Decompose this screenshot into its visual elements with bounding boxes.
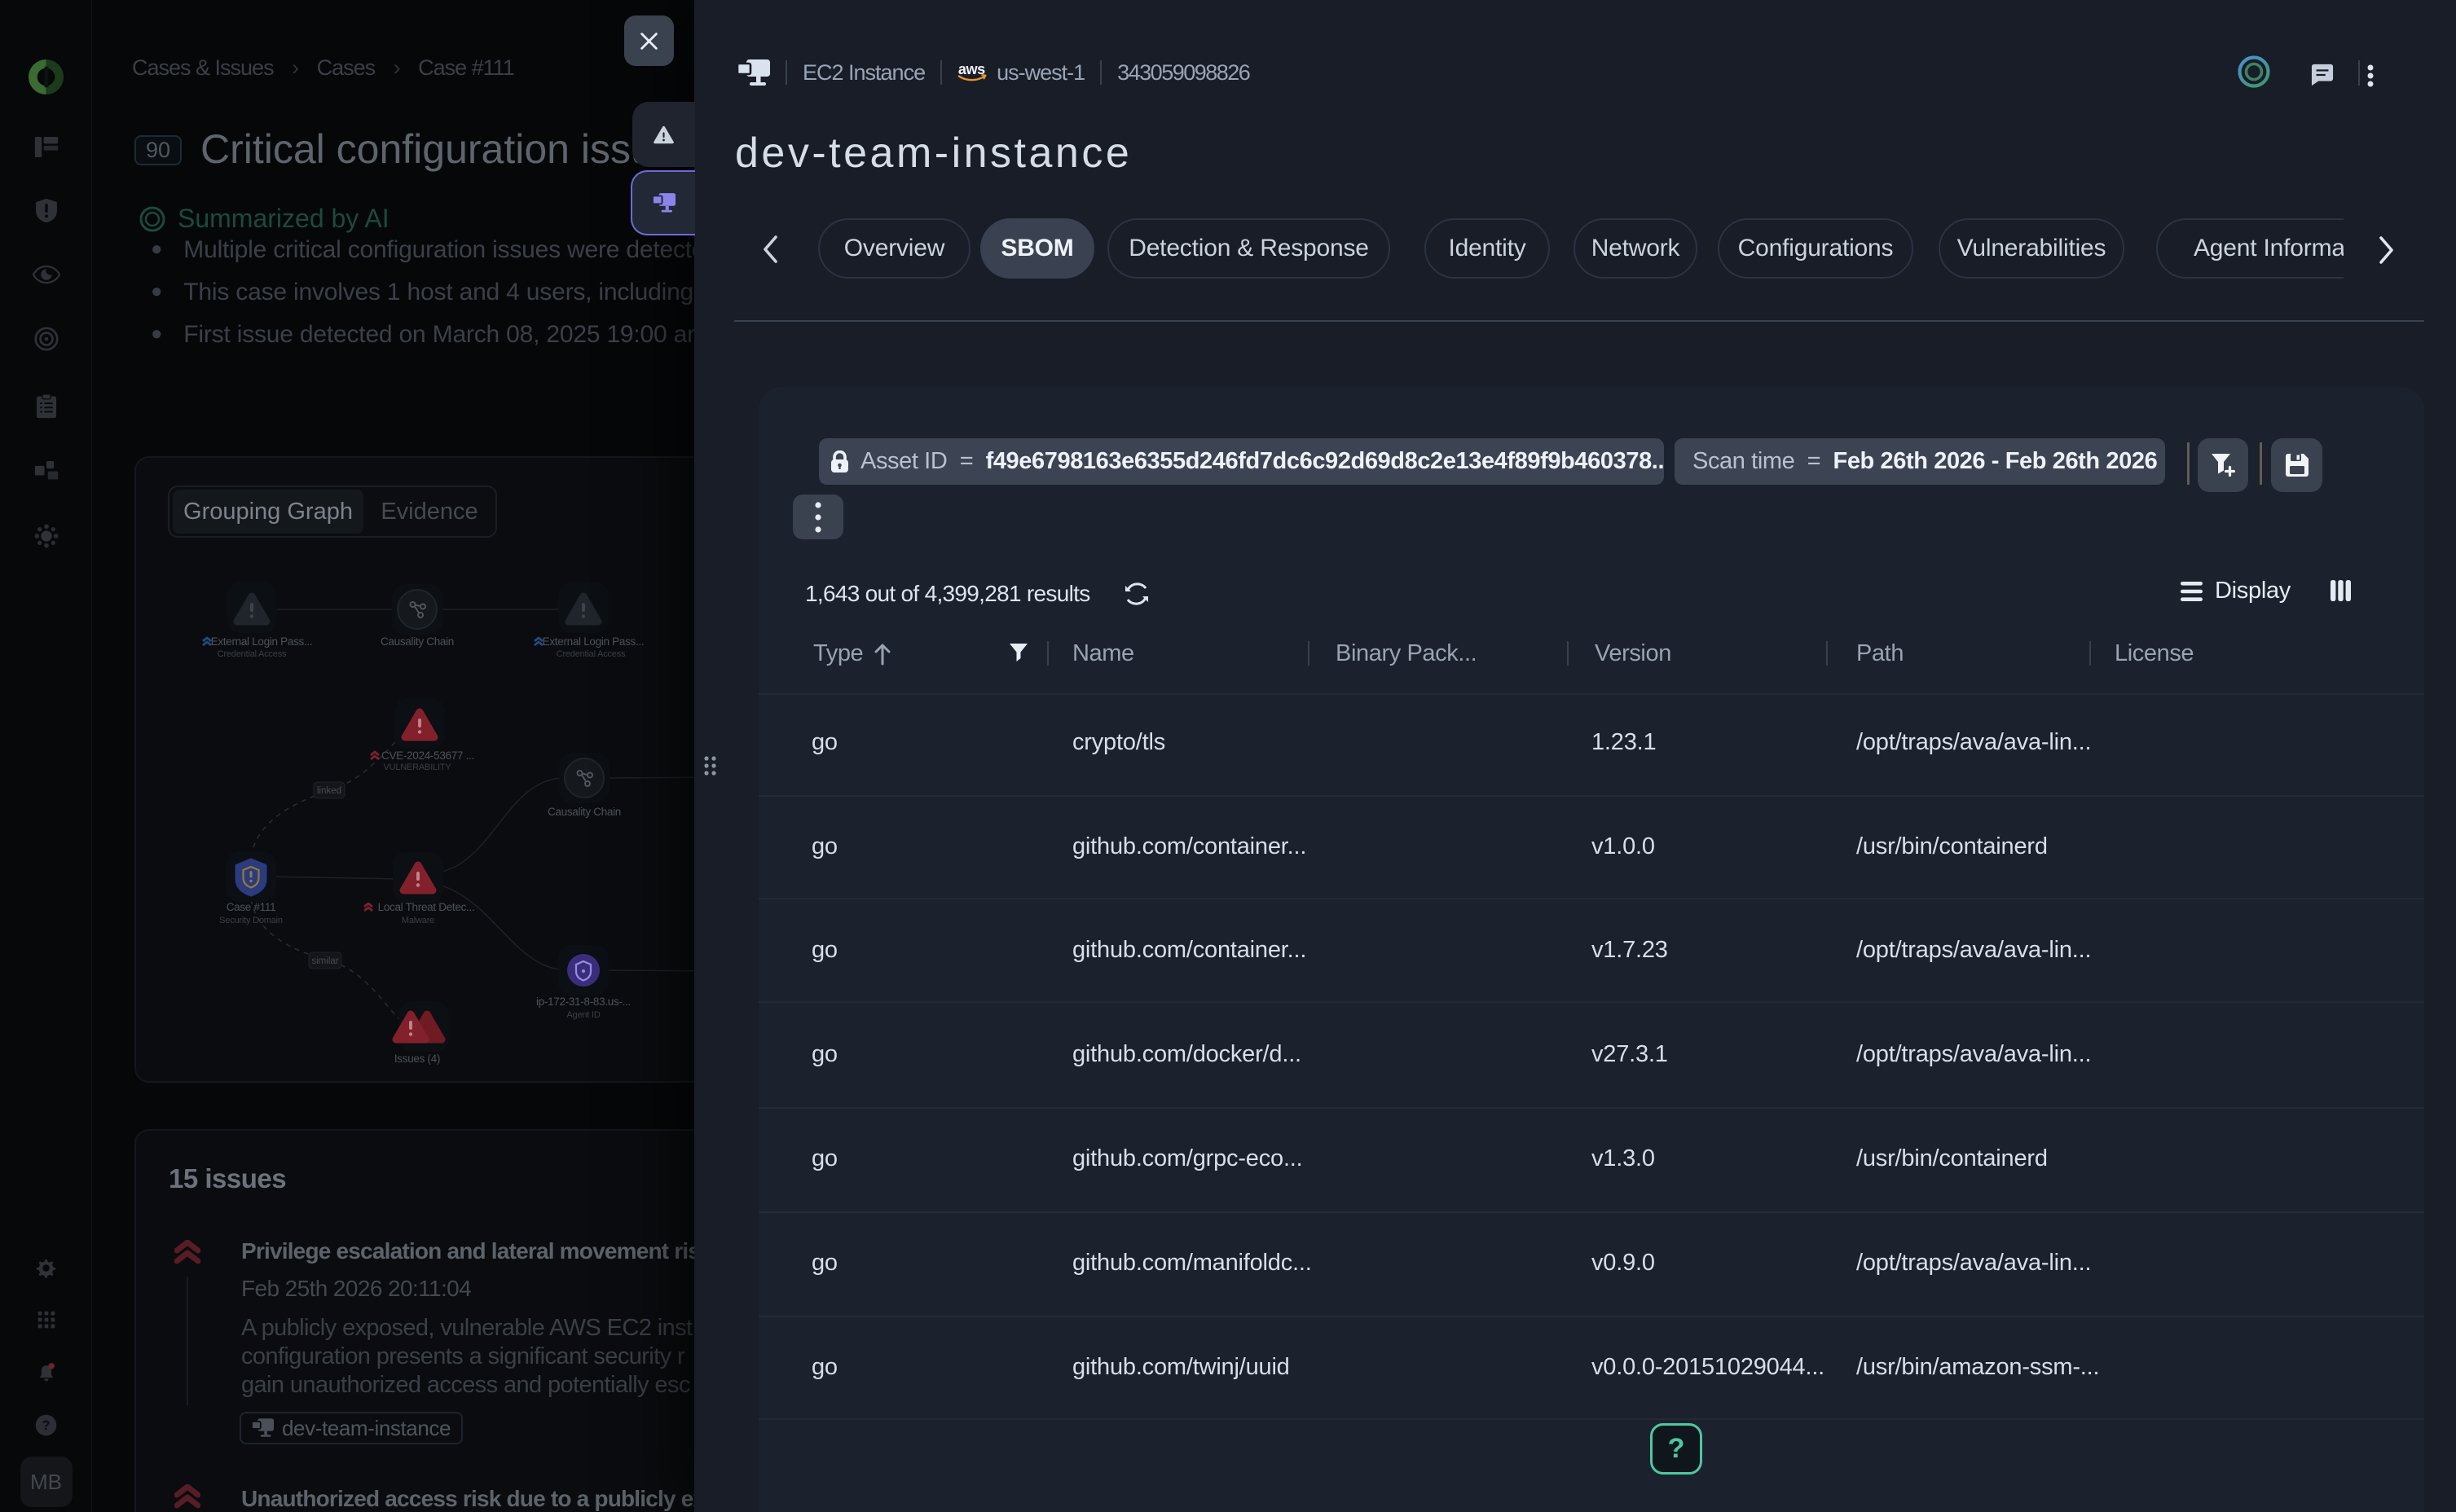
svg-text:Agent ID: Agent ID xyxy=(566,1010,600,1020)
svg-text:Local Threat Detec...: Local Threat Detec... xyxy=(378,901,475,913)
svg-text:Credential Access: Credential Access xyxy=(218,649,287,659)
svg-text:Causality Chain: Causality Chain xyxy=(381,635,454,648)
svg-text:linked: linked xyxy=(317,786,341,796)
svg-text:VULNERABILITY: VULNERABILITY xyxy=(384,763,452,772)
svg-text:External Login Pass...: External Login Pass... xyxy=(211,635,313,648)
svg-text:External Login Pass...: External Login Pass... xyxy=(543,635,645,648)
svg-text:aws: aws xyxy=(958,61,985,77)
svg-text:Causality Chain: Causality Chain xyxy=(548,806,621,818)
svg-text:Case #111: Case #111 xyxy=(227,901,276,913)
svg-text:Credential Access: Credential Access xyxy=(557,649,626,659)
svg-text:Issues (4): Issues (4) xyxy=(394,1053,440,1065)
svg-text:CVE-2024-53677 ...: CVE-2024-53677 ... xyxy=(381,749,474,762)
svg-text:similar: similar xyxy=(311,956,338,966)
svg-text:ip-172-31-8-83.us-...: ip-172-31-8-83.us-... xyxy=(536,996,631,1008)
svg-text:Security Domain: Security Domain xyxy=(219,916,283,925)
svg-text:Malware: Malware xyxy=(402,916,434,925)
svg-text:?: ? xyxy=(42,1418,51,1433)
